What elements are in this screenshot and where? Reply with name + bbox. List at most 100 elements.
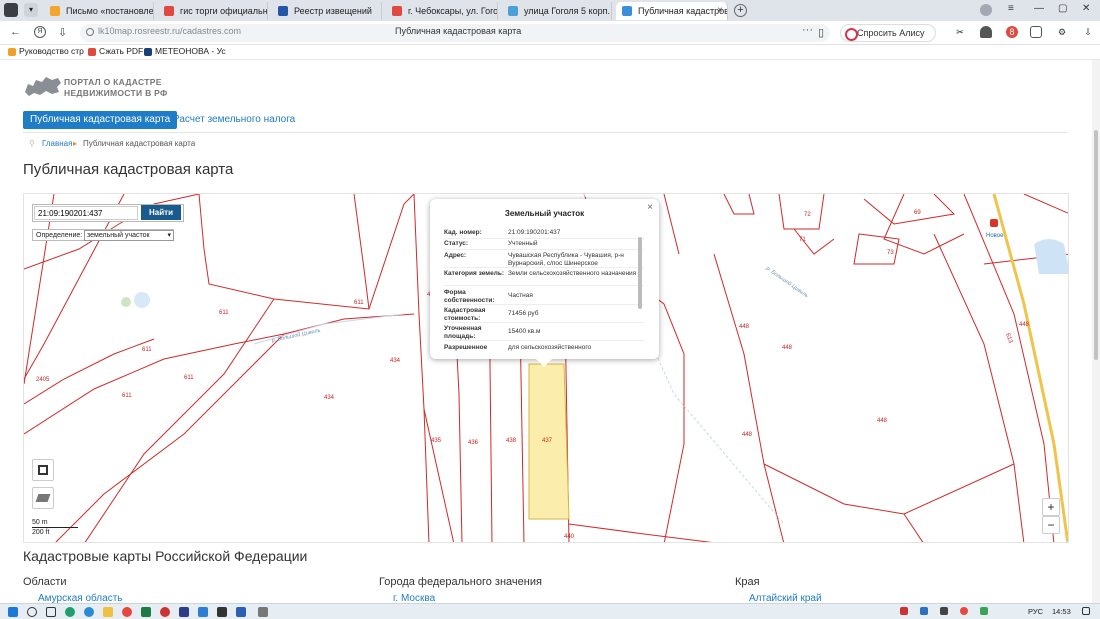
definition-select[interactable]: земельный участок ▾ [84,230,174,241]
parcel-label: 437 [542,438,553,444]
tray-icon[interactable] [940,607,948,615]
browser-tab[interactable]: гис торги официальный [158,2,268,20]
minimize-icon[interactable]: — [1034,3,1044,14]
bookmark-item[interactable]: МЕТЕОНОВА - Ус [144,46,226,56]
parcel-label: 448 [739,324,750,330]
green-area [121,297,131,307]
excel-icon[interactable] [141,607,151,617]
browser-tab[interactable]: г. Чебоксары, ул. Гоголя [386,2,498,20]
tray-icon[interactable] [980,607,988,615]
site-favicon-icon [392,6,402,16]
close-window-icon[interactable]: ✕ [1082,3,1090,14]
word-icon[interactable] [236,607,246,617]
ask-alice-button[interactable]: Спросить Алису AI [840,24,936,54]
place-marker-icon[interactable] [990,219,998,227]
app-icon[interactable] [198,607,208,617]
find-button[interactable]: Найти [141,205,181,220]
fullscreen-button[interactable] [32,459,54,481]
tab-close-icon[interactable]: × [717,2,723,20]
maps-favicon-icon [508,6,518,16]
extension-icon[interactable] [980,26,992,38]
scale-meters: 50 m [32,518,78,528]
bookmark-item[interactable]: Руководство стр [8,46,84,56]
printer-icon[interactable] [258,607,268,617]
chrome-icon[interactable] [122,607,132,617]
page-title: Публичная кадастровая карта [23,161,234,178]
keyboard-layout[interactable]: РУС [1028,607,1043,616]
tray-icon[interactable] [920,607,928,615]
url-text[interactable]: lk10map.rosreestr.ru/cadastres.com [98,26,241,36]
tabs-dropdown-icon[interactable]: ▾ [24,3,38,17]
column-heading: Города федерального значения [379,576,542,588]
location-pin-icon: ⚲ [29,139,35,148]
tray-icon[interactable] [960,607,968,615]
parcel-label: 611 [354,300,364,306]
layers-icon [35,494,51,502]
task-view-icon[interactable] [46,607,56,617]
extension-icon[interactable]: 8 [1006,26,1018,38]
russia-map-logo-icon [25,77,61,96]
settings-icon[interactable]: ⚙ [1056,26,1068,38]
parcel-label: 440 [564,534,575,540]
yandex-icon[interactable]: Я [34,26,46,38]
bookmark-item[interactable]: Сжать PDF [88,46,143,56]
scrollbar-thumb[interactable] [1094,130,1098,360]
popup-row: Кадастровая стоимость: 71456 руб [444,307,644,323]
browser-tab[interactable]: Письмо «постановление [44,2,154,20]
edge-browser-icon[interactable] [84,607,94,617]
popup-row: Разрешенное для сельскохозяйственного [444,344,592,351]
browser-tab[interactable]: Реестр извещений [272,2,382,20]
browser-tab[interactable]: улица Гоголя 5 корп. 2 - Я [502,2,612,20]
site-logo-text[interactable]: ПОРТАЛ О КАДАСТРЕ НЕДВИЖИМОСТИ В РФ [64,77,168,99]
start-icon[interactable] [8,607,18,617]
breadcrumb-home[interactable]: Главная [42,139,72,148]
lake [1034,239,1068,274]
nav-land-tax[interactable]: Расчет земельного налога [166,111,302,129]
new-tab-button[interactable]: + [734,4,747,17]
maximize-icon[interactable]: ▢ [1058,3,1067,14]
browser-tab-active[interactable]: Публичная кадастровая× [616,2,728,20]
extension-icon[interactable]: ✂ [954,26,966,38]
popup-row: Статус: Учтенный [444,240,644,250]
menu-icon[interactable]: ≡ [1008,3,1014,14]
zoom-out-button[interactable]: − [1042,516,1060,534]
app-icon[interactable] [179,607,189,617]
page-scrollbar[interactable] [1092,60,1100,603]
map-scale: 50 m 200 ft [32,518,78,537]
parcel-label: 434 [324,395,335,401]
place-label[interactable]: Новое [986,233,1004,239]
tray-icon[interactable] [900,607,908,615]
layers-button[interactable] [32,487,54,509]
parcel-label: 71 [799,237,806,243]
search-icon[interactable] [27,607,37,617]
nav-cadastral-map[interactable]: Публичная кадастровая карта [23,111,178,129]
parcel-label: 72 [804,212,811,218]
parcel-label: 448 [782,345,793,351]
more-icon[interactable]: ··· [802,24,813,36]
cadastral-number-input[interactable] [34,206,138,220]
notifications-icon[interactable] [1082,607,1090,615]
download-icon[interactable]: ⇩ [1082,26,1094,38]
back-icon[interactable]: ← [10,26,21,38]
app-icon[interactable] [160,607,170,617]
explorer-icon[interactable] [103,607,113,617]
breadcrumb-current: Публичная кадастровая карта [83,139,196,148]
site-info-icon[interactable] [86,28,94,36]
parcel-label: 436 [468,440,479,446]
pond [134,292,150,308]
popup-scrollbar[interactable] [638,237,642,309]
collections-icon[interactable] [1030,26,1042,38]
profile-icon[interactable] [980,4,992,16]
popup-row: Кад. номер: 21:09:190201:437 [444,229,644,239]
taskbar: РУС 14:53 [0,603,1100,619]
parcel-info-popup: × Земельный участок Кад. номер: 21:09:190… [430,199,659,367]
clock[interactable]: 14:53 [1052,607,1071,616]
zoom-in-button[interactable]: + [1042,498,1060,516]
yandex-browser-icon[interactable] [217,607,227,617]
parcel-label: 435 [431,438,442,444]
download-icon[interactable]: ⇩ [58,26,67,39]
bookmark-icon[interactable]: ▯ [818,26,824,39]
parcel-label: 448 [1019,322,1030,328]
browser-menu-icon[interactable] [4,3,18,17]
edge-icon[interactable] [65,607,75,617]
